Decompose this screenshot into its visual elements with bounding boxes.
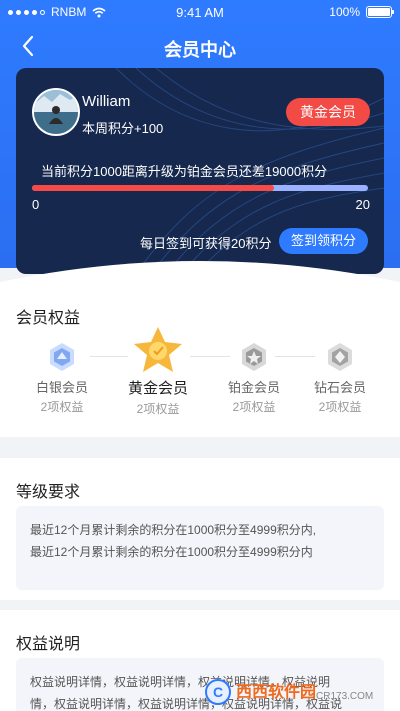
battery-percent: 100% xyxy=(329,5,360,19)
battery-icon xyxy=(366,6,394,18)
benefits-title: 会员权益 xyxy=(16,310,81,327)
nav-bar: 会员中心 xyxy=(0,26,400,66)
tier-name: 黄金会员 xyxy=(127,380,188,397)
progress-max-label: 20 xyxy=(355,197,370,212)
benefits-section: 会员权益 白银会员 2项权益 黄金会员 2项权益 铂金会员 2项权益 钻石会员 … xyxy=(0,282,400,437)
tier-count: 2项权益 xyxy=(232,400,276,414)
weekly-points: 本周积分+100 xyxy=(82,121,164,136)
requirements-section: 等级要求 最近12个月累计剩余的积分在1000积分至4999积分内, 最近12个… xyxy=(0,458,400,600)
platinum-badge-icon xyxy=(242,343,266,371)
tier-silver[interactable]: 白银会员 2项权益 xyxy=(22,341,102,415)
diamond-badge-icon xyxy=(328,343,352,371)
avatar-image xyxy=(34,90,78,134)
points-progress-bar xyxy=(32,185,368,191)
username: William xyxy=(82,93,131,110)
watermark-url: CR173.COM xyxy=(316,691,373,702)
progress-fill xyxy=(32,185,274,191)
tier-count: 2项权益 xyxy=(136,402,180,416)
tier-count: 2项权益 xyxy=(318,400,362,414)
tier-name: 钻石会员 xyxy=(313,380,366,395)
svg-text:C: C xyxy=(213,684,223,700)
silver-badge-icon xyxy=(50,343,74,371)
tier-diamond[interactable]: 钻石会员 2项权益 xyxy=(300,341,380,415)
requirements-box: 最近12个月累计剩余的积分在1000积分至4999积分内, 最近12个月累计剩余… xyxy=(16,506,384,590)
explanation-title: 权益说明 xyxy=(16,636,81,653)
watermark-logo: C 西西软件园 CR173.COM xyxy=(205,679,373,705)
upgrade-progress-text: 当前积分1000距离升级为铂金会员还差19000积分 xyxy=(41,164,328,179)
requirements-title: 等级要求 xyxy=(16,484,81,501)
tier-count: 2项权益 xyxy=(40,400,84,414)
tier-platinum[interactable]: 铂金会员 2项权益 xyxy=(214,341,294,415)
tier-gold[interactable]: 黄金会员 2项权益 xyxy=(118,325,198,417)
requirement-line: 最近12个月累计剩余的积分在1000积分至4999积分内, xyxy=(30,523,317,537)
watermark-text: 西西软件园 xyxy=(236,682,316,701)
avatar[interactable] xyxy=(32,88,80,136)
gold-star-icon xyxy=(134,327,182,372)
status-bar: RNBM 9:41 AM 100% xyxy=(0,0,400,24)
level-badge[interactable]: 黄金会员 xyxy=(286,98,370,126)
page-title: 会员中心 xyxy=(164,40,236,60)
tier-list: 白银会员 2项权益 黄金会员 2项权益 铂金会员 2项权益 钻石会员 2项权益 xyxy=(0,327,400,429)
progress-min-label: 0 xyxy=(32,197,40,212)
requirement-line: 最近12个月累计剩余的积分在1000积分至4999积分内 xyxy=(30,545,313,559)
tier-name: 铂金会员 xyxy=(227,380,280,395)
tier-name: 白银会员 xyxy=(35,380,88,395)
